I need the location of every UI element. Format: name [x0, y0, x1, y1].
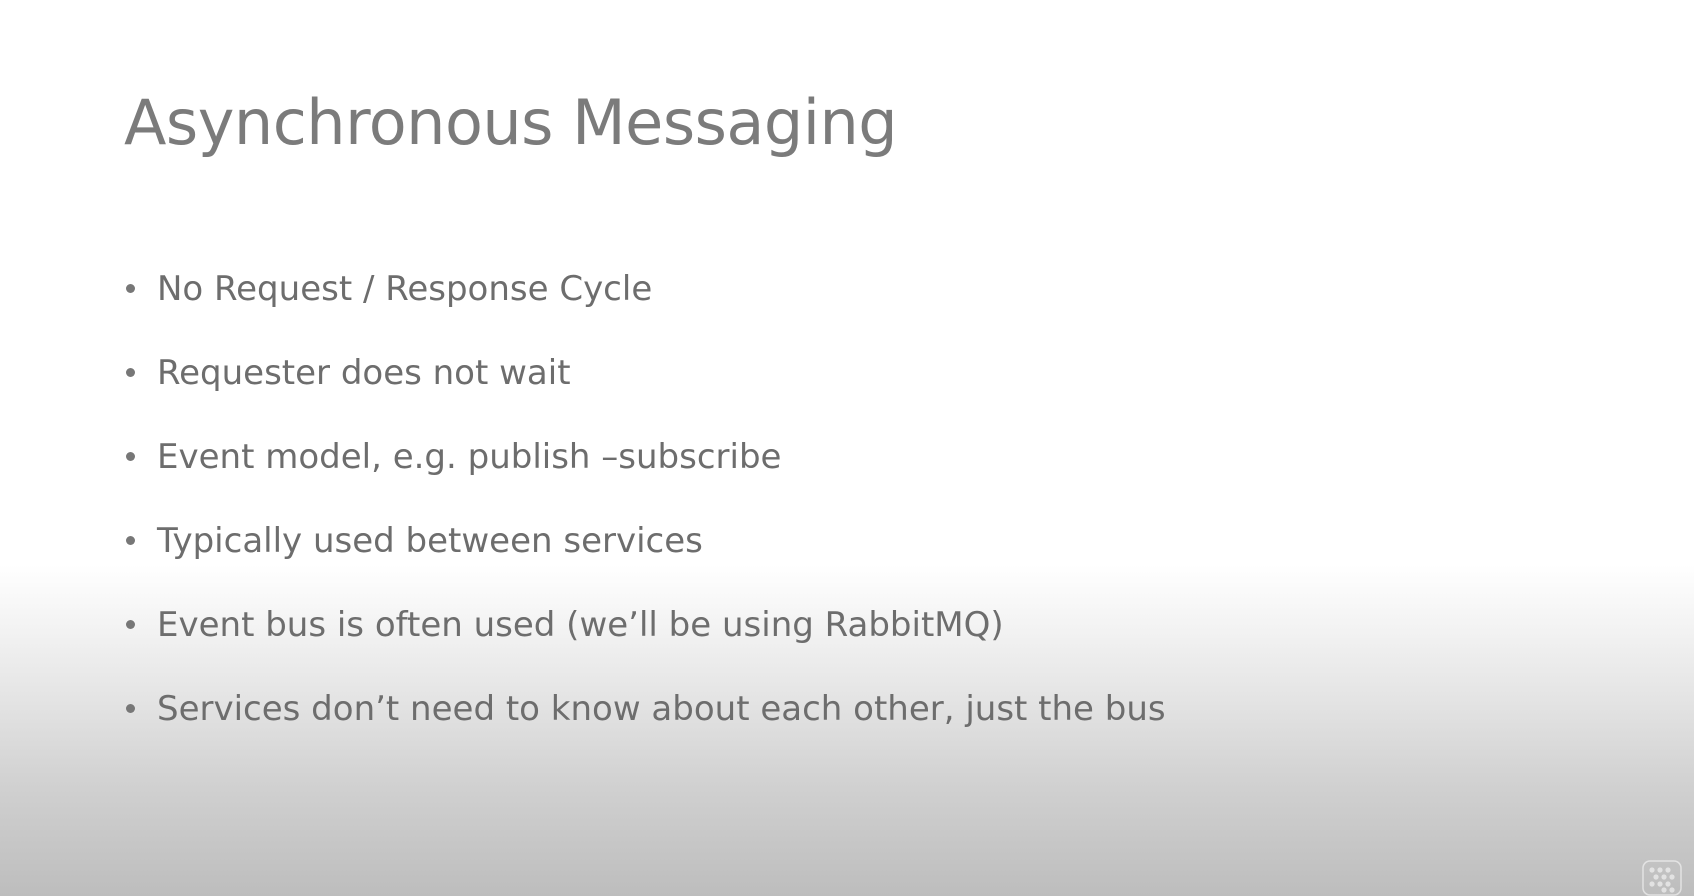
bullet-item: Event model, e.g. publish –subscribe	[124, 437, 1166, 522]
bullet-text: Typically used between services	[157, 521, 703, 561]
bullet-dot-icon	[126, 284, 135, 293]
bullet-text: Services don’t need to know about each o…	[157, 689, 1166, 729]
bullet-dot-icon	[126, 368, 135, 377]
bullet-item: No Request / Response Cycle	[124, 269, 1166, 354]
bullet-item: Services don’t need to know about each o…	[124, 689, 1166, 774]
dotted-logo-icon	[1642, 860, 1682, 896]
slide-title: Asynchronous Messaging	[124, 86, 898, 159]
bullet-list: No Request / Response Cycle Requester do…	[124, 269, 1166, 774]
bullet-item: Event bus is often used (we’ll be using …	[124, 605, 1166, 690]
bullet-text: Event bus is often used (we’ll be using …	[157, 605, 1004, 645]
bullet-text: Requester does not wait	[157, 353, 571, 393]
bullet-item: Typically used between services	[124, 521, 1166, 606]
bullet-text: Event model, e.g. publish –subscribe	[157, 437, 782, 477]
bullet-text: No Request / Response Cycle	[157, 269, 653, 309]
bullet-item: Requester does not wait	[124, 353, 1166, 438]
bullet-dot-icon	[126, 452, 135, 461]
bullet-dot-icon	[126, 536, 135, 545]
bullet-dot-icon	[126, 704, 135, 713]
bullet-dot-icon	[126, 620, 135, 629]
slide: Asynchronous Messaging No Request / Resp…	[0, 0, 1694, 896]
